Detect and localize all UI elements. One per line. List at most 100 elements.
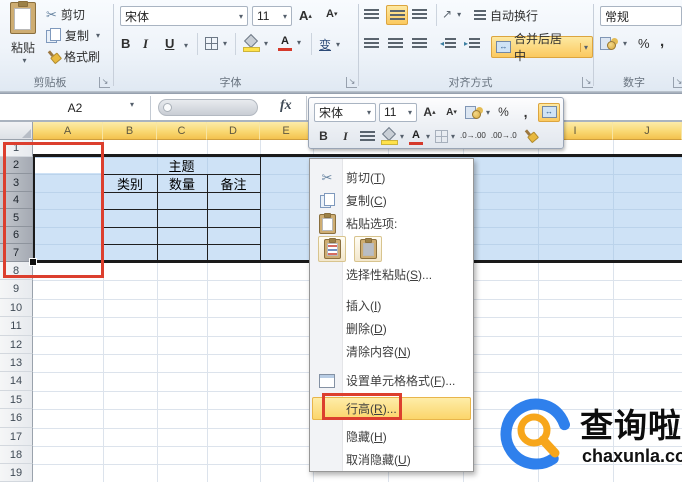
align-left-button[interactable] [364, 38, 379, 49]
mini-bold-button[interactable]: B [314, 127, 333, 146]
menu-item-clear-contents[interactable]: 清除内容(N) [310, 340, 473, 363]
number-dialog-launcher-icon[interactable]: ↘ [673, 77, 682, 88]
paste-option-button-2[interactable] [354, 236, 382, 262]
percent-style-button[interactable]: % [638, 36, 650, 51]
underline-dropdown-icon[interactable]: ▾ [184, 41, 188, 50]
menu-item-hide[interactable]: 隐藏(H) [310, 425, 473, 448]
chevron-down-icon[interactable]: ▾ [426, 132, 430, 141]
align-center-button[interactable] [388, 38, 403, 49]
menu-item-paste-buttons[interactable] [310, 235, 473, 263]
menu-item-cut[interactable]: ✂剪切(T) [310, 166, 473, 189]
paste-dropdown-icon[interactable]: ▾ [9, 56, 40, 65]
chevron-down-icon[interactable]: ▾ [367, 108, 371, 117]
name-box-dropdown-icon[interactable]: ▾ [130, 100, 134, 109]
alignment-dialog-launcher-icon[interactable]: ↘ [582, 77, 593, 88]
insert-function-button[interactable]: fx [280, 98, 292, 114]
menu-item-paste-special[interactable]: 选择性粘贴(S)... [310, 263, 473, 286]
grow-font-button[interactable]: A▴ [299, 8, 312, 23]
underline-button[interactable]: U [165, 36, 174, 51]
mini-italic-button[interactable]: I [336, 127, 355, 146]
row-header-18[interactable]: 18 [0, 446, 33, 464]
name-box[interactable]: A2 [0, 96, 151, 120]
borders-button[interactable]: ▾ [205, 37, 227, 50]
shrink-font-button[interactable]: A▾ [326, 8, 337, 20]
accounting-format-button[interactable]: ▾ [600, 36, 627, 50]
column-header-E[interactable]: E [260, 122, 313, 140]
row-header-17[interactable]: 17 [0, 428, 33, 446]
row-header-10[interactable]: 10 [0, 299, 33, 317]
row-header-15[interactable]: 15 [0, 391, 33, 409]
chevron-down-icon[interactable]: ▾ [457, 10, 461, 19]
row-header-19[interactable]: 19 [0, 464, 33, 482]
wrap-text-button[interactable]: 自动换行 [474, 7, 538, 24]
chevron-down-icon[interactable]: ▾ [451, 132, 455, 141]
mini-font-name-combo[interactable]: 宋体▾ [314, 103, 376, 122]
menu-item-unhide[interactable]: 取消隐藏(U) [310, 448, 473, 471]
fill-color-button[interactable]: ▾ [243, 36, 268, 50]
row-header-16[interactable]: 16 [0, 409, 33, 428]
comma-style-button[interactable]: , [660, 33, 664, 50]
cell-D3[interactable]: 备注 [207, 174, 260, 192]
mini-increase-decimal-button[interactable]: .0→.00 [459, 127, 487, 146]
column-header-B[interactable]: B [103, 122, 157, 140]
paste-option-button-1[interactable] [318, 236, 346, 262]
mini-percent-button[interactable]: % [494, 103, 513, 122]
mini-grow-font-button[interactable]: A▴ [420, 103, 439, 122]
cell-C3[interactable]: 数量 [157, 174, 207, 192]
row-header-9[interactable]: 9 [0, 280, 33, 299]
mini-comma-button[interactable]: , [516, 103, 535, 122]
row-header-14[interactable]: 14 [0, 372, 33, 391]
mini-fill-color-button[interactable]: ▾ [380, 127, 405, 146]
font-name-combo[interactable]: 宋体▾ [120, 6, 248, 26]
mini-shrink-font-button[interactable]: A▾ [442, 103, 461, 122]
mini-decrease-decimal-button[interactable]: .00→.0 [490, 127, 518, 146]
decrease-indent-button[interactable]: ◂ [440, 38, 456, 49]
cell-B3[interactable]: 类别 [103, 174, 157, 192]
mini-format-painter-button[interactable] [521, 127, 540, 146]
mini-font-color-button[interactable]: A▾ [408, 127, 431, 146]
cut-button[interactable]: ✂ 剪切 [46, 6, 85, 23]
orientation-button[interactable]: ↗▾ [442, 7, 461, 21]
menu-item-format-cells[interactable]: 设置单元格格式(F)... [310, 369, 473, 392]
chevron-down-icon[interactable]: ▾ [283, 12, 287, 21]
column-header-J[interactable]: J [613, 122, 682, 140]
italic-button[interactable]: I [143, 36, 148, 52]
chevron-down-icon[interactable]: ▾ [400, 132, 404, 141]
select-all-corner[interactable] [0, 122, 33, 140]
menu-item-delete[interactable]: 删除(D) [310, 317, 473, 340]
number-format-combo[interactable]: 常规 [600, 6, 682, 26]
chevron-down-icon[interactable]: ▾ [223, 39, 227, 48]
top-align-button[interactable] [364, 9, 379, 20]
menu-item-copy[interactable]: 复制(C) [310, 189, 473, 212]
formula-bar-splitter[interactable] [158, 99, 258, 116]
chevron-down-icon[interactable]: ▾ [486, 108, 490, 117]
column-header-A[interactable]: A [33, 122, 103, 140]
middle-align-button[interactable] [386, 5, 408, 25]
column-header-D[interactable]: D [207, 122, 260, 140]
column-header-C[interactable]: C [157, 122, 207, 140]
row-header-11[interactable]: 11 [0, 317, 33, 336]
menu-item-paste-options[interactable]: 粘贴选项: [310, 212, 473, 235]
mini-accounting-button[interactable]: ▾ [464, 103, 491, 122]
font-color-button[interactable]: A▾ [278, 36, 301, 49]
chevron-down-icon[interactable]: ▾ [336, 40, 340, 49]
format-painter-button[interactable]: 格式刷 [46, 48, 100, 65]
increase-indent-button[interactable]: ▸ [464, 38, 480, 49]
chevron-down-icon[interactable]: ▾ [264, 39, 268, 48]
row-header-13[interactable]: 13 [0, 354, 33, 372]
paste-button[interactable]: 粘贴 ▾ [6, 2, 40, 65]
font-dialog-launcher-icon[interactable]: ↘ [346, 77, 357, 88]
menu-item-insert[interactable]: 插入(I) [310, 294, 473, 317]
bold-button[interactable]: B [121, 36, 130, 51]
cell-B2-title[interactable]: 主题 [103, 157, 260, 174]
chevron-down-icon[interactable]: ▾ [623, 39, 627, 48]
font-size-combo[interactable]: 11▾ [252, 6, 292, 26]
chevron-down-icon[interactable]: ▾ [239, 12, 243, 21]
chevron-down-icon[interactable]: ▾ [408, 108, 412, 117]
chevron-down-icon[interactable]: ▾ [580, 43, 588, 52]
merge-center-button[interactable]: ↔ 合并后居中 ▾ [491, 36, 593, 58]
mini-borders-button[interactable]: ▾ [434, 127, 456, 146]
copy-button[interactable]: 复制 ▾ [46, 27, 100, 44]
chevron-down-icon[interactable]: ▾ [297, 38, 301, 47]
phonetic-guide-button[interactable]: 变 ▾ [319, 36, 340, 53]
